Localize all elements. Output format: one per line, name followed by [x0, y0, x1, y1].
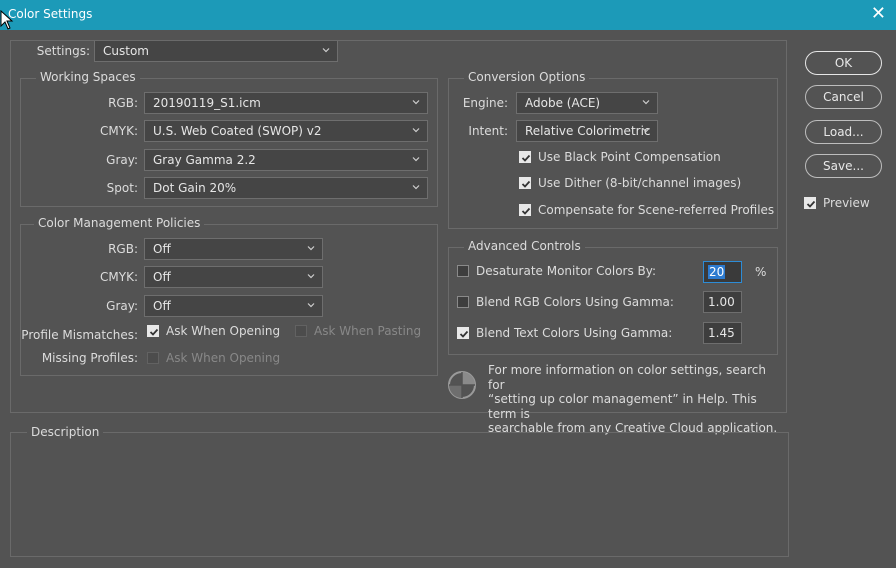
blend-rgb-checkbox[interactable]: Blend RGB Colors Using Gamma: — [457, 295, 674, 309]
chevron-down-icon — [642, 128, 650, 133]
chevron-down-icon — [307, 303, 315, 308]
ws-gray-select[interactable]: Gray Gamma 2.2 — [144, 149, 428, 171]
dither-label: Use Dither (8-bit/channel images) — [538, 176, 742, 190]
intent-select[interactable]: Relative Colorimetric — [516, 120, 658, 142]
blend-text-input[interactable]: 1.45 — [703, 322, 742, 344]
desaturate-label: Desaturate Monitor Colors By: — [476, 264, 657, 278]
engine-value: Adobe (ACE) — [525, 96, 601, 110]
chevron-down-icon — [412, 128, 420, 133]
chevron-down-icon — [307, 246, 315, 251]
ws-gray-label: Gray: — [106, 153, 138, 167]
chevron-down-icon — [412, 185, 420, 190]
policy-rgb-label: RGB: — [108, 242, 138, 256]
conversion-title: Conversion Options — [464, 70, 590, 84]
description-title: Description — [27, 425, 104, 439]
mismatch-ask-pasting-checkbox[interactable]: Ask When Pasting — [295, 324, 421, 338]
policy-rgb-select[interactable]: Off — [144, 238, 323, 260]
desaturate-value: 20 — [708, 265, 726, 279]
blend-text-label: Blend Text Colors Using Gamma: — [476, 326, 673, 340]
missing-profiles-label: Missing Profiles: — [41, 351, 138, 365]
blend-rgb-input[interactable]: 1.00 — [703, 291, 742, 313]
checkbox-box — [519, 177, 531, 189]
desaturate-input[interactable]: 20 — [703, 261, 742, 283]
chevron-down-icon — [642, 100, 650, 105]
ws-spot-value: Dot Gain 20% — [153, 181, 237, 195]
ws-rgb-label: RGB: — [108, 96, 138, 110]
working-spaces-title: Working Spaces — [36, 70, 140, 84]
advanced-title: Advanced Controls — [464, 239, 585, 253]
chevron-down-icon — [307, 274, 315, 279]
color-wheel-icon — [448, 371, 476, 399]
ws-cmyk-label: CMYK: — [100, 124, 138, 138]
checkbox-box — [519, 151, 531, 163]
checkbox-box — [804, 197, 816, 209]
mismatch-ask-opening-label: Ask When Opening — [166, 324, 281, 338]
preview-label: Preview — [823, 196, 870, 210]
black-point-label: Use Black Point Compensation — [538, 150, 721, 164]
mismatch-ask-pasting-label: Ask When Pasting — [314, 324, 422, 338]
ok-button[interactable]: OK — [805, 51, 882, 75]
title-bar: Color Settings ✕ — [0, 0, 896, 30]
policies-title: Color Management Policies — [34, 216, 205, 230]
dither-checkbox[interactable]: Use Dither (8-bit/channel images) — [519, 176, 741, 190]
engine-label: Engine: — [462, 96, 508, 110]
checkbox-box — [295, 325, 307, 337]
missing-ask-opening-label: Ask When Opening — [166, 351, 281, 365]
preview-checkbox[interactable]: Preview — [804, 196, 870, 210]
ws-gray-value: Gray Gamma 2.2 — [153, 153, 256, 167]
policy-gray-label: Gray: — [106, 299, 138, 313]
ws-cmyk-select[interactable]: U.S. Web Coated (SWOP) v2 — [144, 120, 428, 142]
checkbox-box — [519, 204, 531, 216]
close-icon[interactable]: ✕ — [871, 3, 886, 24]
chevron-down-icon — [412, 100, 420, 105]
ws-spot-select[interactable]: Dot Gain 20% — [144, 177, 428, 199]
cancel-button[interactable]: Cancel — [805, 85, 882, 109]
blend-rgb-label: Blend RGB Colors Using Gamma: — [476, 295, 674, 309]
checkbox-box — [457, 265, 469, 277]
blend-rgb-value: 1.00 — [708, 295, 735, 309]
checkbox-box — [147, 352, 159, 364]
profile-mismatches-label: Profile Mismatches: — [21, 328, 138, 342]
intent-label: Intent: — [468, 124, 508, 138]
mismatch-ask-opening-checkbox[interactable]: Ask When Opening — [147, 324, 280, 338]
ws-spot-label: Spot: — [106, 181, 138, 195]
info-line: For more information on color settings, … — [488, 363, 767, 392]
blend-text-value: 1.45 — [708, 326, 735, 340]
mouse-cursor-icon — [0, 10, 14, 30]
policy-cmyk-label: CMYK: — [100, 270, 138, 284]
checkbox-box — [457, 327, 469, 339]
policy-cmyk-select[interactable]: Off — [144, 266, 323, 288]
policy-gray-value: Off — [153, 299, 171, 313]
black-point-checkbox[interactable]: Use Black Point Compensation — [519, 150, 721, 164]
info-line: “setting up color management” in Help. T… — [488, 392, 757, 421]
checkbox-box — [457, 296, 469, 308]
intent-value: Relative Colorimetric — [525, 124, 651, 138]
save-button[interactable]: Save... — [805, 154, 882, 178]
desaturate-checkbox[interactable]: Desaturate Monitor Colors By: — [457, 264, 656, 278]
engine-select[interactable]: Adobe (ACE) — [516, 92, 658, 114]
policy-gray-select[interactable]: Off — [144, 295, 323, 317]
missing-ask-opening-checkbox[interactable]: Ask When Opening — [147, 351, 280, 365]
ws-cmyk-value: U.S. Web Coated (SWOP) v2 — [153, 124, 322, 138]
checkbox-box — [147, 325, 159, 337]
percent-unit: % — [755, 265, 767, 279]
ws-rgb-value: 20190119_S1.icm — [153, 96, 261, 110]
load-button[interactable]: Load... — [805, 120, 882, 144]
scene-referred-checkbox[interactable]: Compensate for Scene-referred Profiles — [519, 203, 774, 217]
policy-rgb-value: Off — [153, 242, 171, 256]
policy-cmyk-value: Off — [153, 270, 171, 284]
description-panel — [10, 432, 789, 557]
window-title: Color Settings — [8, 7, 93, 21]
ws-rgb-select[interactable]: 20190119_S1.icm — [144, 92, 428, 114]
blend-text-checkbox[interactable]: Blend Text Colors Using Gamma: — [457, 326, 672, 340]
scene-referred-label: Compensate for Scene-referred Profiles — [538, 203, 775, 217]
chevron-down-icon — [412, 157, 420, 162]
info-text: For more information on color settings, … — [488, 363, 780, 436]
